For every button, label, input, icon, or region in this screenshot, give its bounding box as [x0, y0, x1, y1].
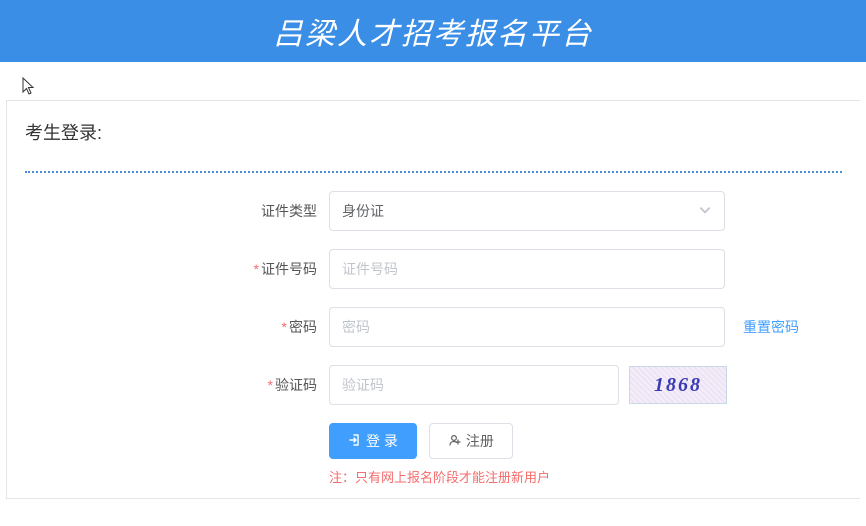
login-button[interactable]: 登 录 — [329, 423, 417, 459]
password-input[interactable] — [329, 307, 725, 347]
label-captcha: *验证码 — [25, 375, 329, 395]
user-add-icon — [448, 433, 462, 450]
row-id-number: *证件号码 — [25, 249, 842, 289]
login-icon — [348, 433, 362, 450]
required-marker: * — [254, 261, 259, 277]
login-button-label: 登 录 — [366, 431, 398, 451]
app-header: 吕梁人才招考报名平台 — [0, 0, 866, 62]
button-row: 登 录 注册 — [329, 423, 860, 459]
chevron-down-icon — [698, 203, 712, 220]
required-marker: * — [282, 319, 287, 335]
register-button-label: 注册 — [466, 431, 494, 451]
label-id-type-text: 证件类型 — [261, 203, 317, 219]
label-id-number: *证件号码 — [25, 259, 329, 279]
row-password: *密码 重置密码 — [25, 307, 842, 347]
label-password-text: 密码 — [289, 319, 317, 335]
id-type-value: 身份证 — [342, 201, 384, 221]
label-id-type: 证件类型 — [25, 201, 329, 221]
label-id-number-text: 证件号码 — [261, 261, 317, 277]
id-type-select[interactable]: 身份证 — [329, 191, 725, 231]
panel-title: 考生登录: — [7, 101, 860, 171]
register-button[interactable]: 注册 — [429, 423, 513, 459]
label-captcha-text: 验证码 — [275, 377, 317, 393]
id-number-input[interactable] — [329, 249, 725, 289]
captcha-input[interactable] — [329, 365, 619, 405]
required-marker: * — [268, 377, 273, 393]
app-title: 吕梁人才招考报名平台 — [273, 9, 593, 53]
reset-password-link[interactable]: 重置密码 — [743, 317, 799, 337]
mouse-cursor-icon — [22, 77, 38, 97]
panel-divider — [25, 171, 842, 173]
row-id-type: 证件类型 身份证 — [25, 191, 842, 231]
login-panel: 考生登录: 证件类型 身份证 *证件号码 *密码 重置密码 — [6, 100, 860, 499]
registration-note: 注：只有网上报名阶段才能注册新用户 — [329, 467, 860, 492]
captcha-image[interactable]: 1868 — [629, 366, 727, 404]
label-password: *密码 — [25, 317, 329, 337]
row-captcha: *验证码 1868 — [25, 365, 842, 405]
